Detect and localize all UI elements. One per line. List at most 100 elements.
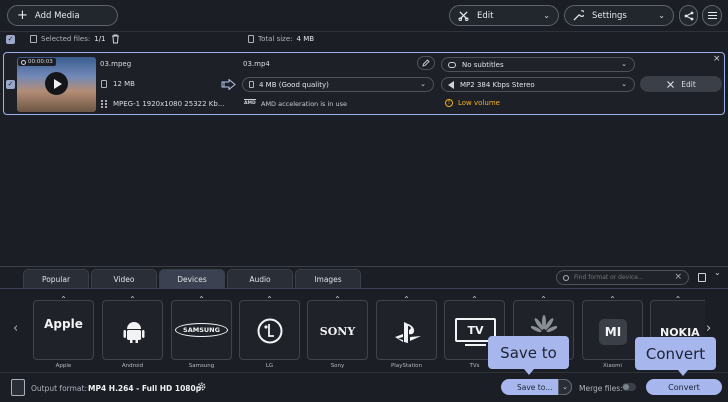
trash-icon <box>112 34 119 44</box>
clear-search-icon[interactable]: × <box>674 272 682 282</box>
tab-label: Popular <box>41 274 71 284</box>
chevron-up-icon: ⌃ <box>609 295 616 304</box>
convert-button[interactable]: Convert <box>646 379 722 395</box>
share-button[interactable] <box>679 5 698 26</box>
quality-dropdown[interactable]: 4 MB (Good quality) ⌄ <box>242 77 434 92</box>
edit-dropdown-button[interactable]: Edit ⌄ <box>449 5 559 26</box>
save-to-callout: Save to <box>488 336 569 369</box>
collapse-panel-button[interactable]: ⌄ <box>714 268 721 277</box>
chevron-up-icon: ⌃ <box>674 295 682 304</box>
add-media-label: Add Media <box>34 10 80 21</box>
scroll-right-icon[interactable]: › <box>706 321 711 336</box>
lg-logo-icon <box>257 318 283 344</box>
search-input[interactable] <box>574 274 674 281</box>
share-icon <box>684 11 693 20</box>
device-label: Samsung <box>188 363 215 369</box>
sony-logo: SONY <box>319 325 356 338</box>
total-size-value: 4 MB <box>296 35 315 43</box>
output-format-value[interactable]: MP4 H.264 - Full HD 1080p <box>88 384 201 393</box>
plus-icon: + <box>17 8 28 23</box>
rename-button[interactable] <box>417 56 435 70</box>
format-search-box[interactable]: × <box>556 270 689 285</box>
hamburger-icon <box>707 12 717 19</box>
chevron-down-icon: ⌄ <box>562 383 568 391</box>
source-file-name: 03.mpeg <box>100 60 132 68</box>
tab-audio[interactable]: Audio <box>227 269 293 288</box>
chevron-up-icon: ⌃ <box>198 295 205 304</box>
file-checkbox[interactable]: ✓ <box>6 80 15 89</box>
output-file-name: 03.mp4 <box>243 60 270 68</box>
chevron-down-icon: ⌄ <box>621 80 627 88</box>
tab-popular[interactable]: Popular <box>23 269 89 288</box>
save-to-dropdown[interactable]: ⌄ <box>558 379 572 395</box>
apple-logo: Apple <box>44 317 83 331</box>
remove-file-icon[interactable]: × <box>713 54 721 64</box>
add-media-button[interactable]: + Add Media <box>7 5 118 26</box>
film-icon <box>101 100 107 108</box>
device-label: Sony <box>330 363 345 369</box>
output-format-icon[interactable] <box>11 379 25 396</box>
convert-callout: Convert <box>635 337 716 370</box>
output-settings-button[interactable] <box>196 381 208 393</box>
tab-video[interactable]: Video <box>91 269 157 288</box>
subtitles-value: No subtitles <box>462 60 504 69</box>
select-all-checkbox[interactable]: ✓ <box>6 35 15 44</box>
clock-icon <box>21 59 26 65</box>
scroll-left-icon[interactable]: ‹ <box>13 321 18 336</box>
source-file-size: 12 MB <box>113 80 135 88</box>
save-to-callout-text: Save to <box>500 343 557 362</box>
merge-files-toggle[interactable] <box>622 383 636 391</box>
tv-logo-text: TV <box>467 323 484 337</box>
tab-devices[interactable]: Devices <box>159 269 225 288</box>
delete-button[interactable] <box>111 34 121 45</box>
tab-images[interactable]: Images <box>295 269 361 288</box>
audio-dropdown[interactable]: MP2 384 Kbps Stereo ⌄ <box>441 77 635 92</box>
output-format-label: Output format: <box>31 384 87 393</box>
device-card-apple[interactable]: ⌃ Apple <box>33 295 94 360</box>
xiaomi-logo-text: MI <box>604 325 622 339</box>
selected-files-value: 1/1 <box>94 35 106 43</box>
format-settings-button[interactable] <box>694 270 710 285</box>
tv-stand <box>465 344 486 346</box>
quality-value: 4 MB (Good quality) <box>259 80 329 89</box>
save-to-callout-pointer <box>524 369 534 375</box>
merge-files-label: Merge files: <box>579 384 623 393</box>
video-thumbnail[interactable]: 00:00:03 <box>17 57 96 112</box>
device-label: PlayStation <box>390 363 423 369</box>
settings-dropdown-button[interactable]: Settings ⌄ <box>564 5 674 26</box>
source-codec: MPEG-1 1920x1080 25322 Kb... <box>113 100 225 108</box>
device-card-sony[interactable]: ⌃ SONY <box>307 295 368 360</box>
device-card-samsung[interactable]: ⌃ SAMSUNG <box>171 295 232 360</box>
file-icon <box>248 35 254 43</box>
total-size-label: Total size: <box>258 35 293 43</box>
audio-value: MP2 384 Kbps Stereo <box>460 80 535 89</box>
amd-icon: AMD <box>244 99 256 106</box>
file-edit-button[interactable]: Edit <box>640 76 722 92</box>
subtitles-dropdown[interactable]: No subtitles ⌄ <box>441 57 635 72</box>
play-button[interactable] <box>45 72 68 95</box>
device-label: Apple <box>55 363 72 369</box>
convert-label: Convert <box>668 382 700 392</box>
edit-label: Edit <box>477 10 494 21</box>
device-settings-icon <box>698 273 706 282</box>
chevron-down-icon: ⌄ <box>543 11 550 20</box>
chevron-up-icon: ⌃ <box>403 295 410 304</box>
chevron-up-icon: ⌃ <box>334 295 341 304</box>
file-icon <box>249 81 254 88</box>
menu-button[interactable] <box>702 5 722 26</box>
playstation-icon <box>395 322 421 343</box>
convert-arrow-icon <box>221 79 236 90</box>
device-card-playstation[interactable]: ⌃ <box>376 295 437 360</box>
toggle-knob <box>623 384 629 390</box>
chevron-up-icon: ⌃ <box>266 295 273 304</box>
device-card-xiaomi[interactable]: ⌃ MI <box>582 295 643 360</box>
tab-label: Images <box>314 274 342 284</box>
chevron-down-icon: ⌄ <box>621 60 627 68</box>
device-card-android[interactable]: ⌃ <box>102 295 163 360</box>
device-card-lg[interactable]: ⌃ <box>239 295 300 360</box>
scissors-icon <box>667 80 675 88</box>
selected-files-label: Selected files: <box>41 35 91 43</box>
file-icon <box>101 80 107 88</box>
huawei-icon <box>531 315 557 333</box>
play-icon <box>53 78 62 89</box>
